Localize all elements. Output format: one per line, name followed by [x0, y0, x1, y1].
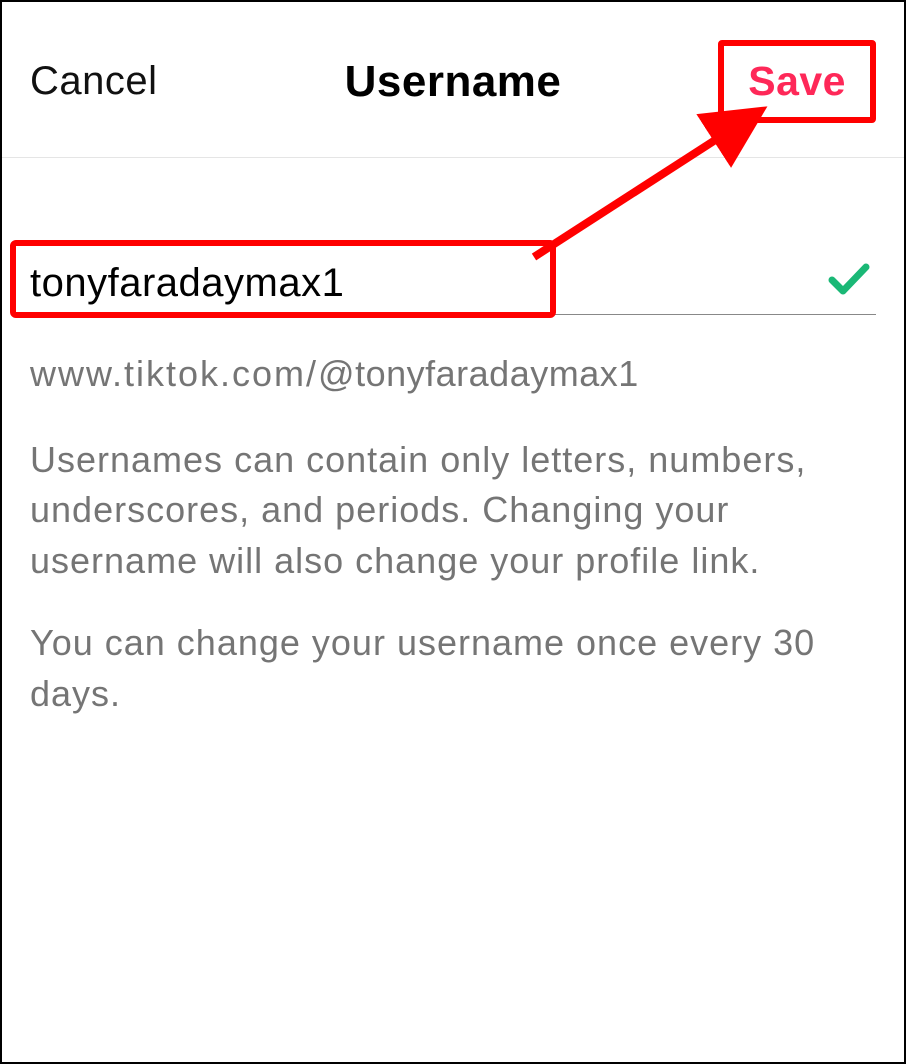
- username-input[interactable]: [30, 261, 828, 306]
- profile-url-text: www.tiktok.com/@tonyfaradaymax1: [30, 353, 876, 395]
- save-button[interactable]: Save: [738, 54, 856, 109]
- page-title: Username: [345, 57, 562, 107]
- cancel-button[interactable]: Cancel: [30, 59, 158, 104]
- username-input-row: [30, 258, 876, 315]
- help-text-frequency: You can change your username once every …: [30, 618, 876, 719]
- annotation-box-save: Save: [718, 40, 876, 123]
- checkmark-icon: [828, 258, 870, 308]
- header-bar: Cancel Username Save: [2, 2, 904, 158]
- content-area: www.tiktok.com/@tonyfaradaymax1 Username…: [2, 158, 904, 719]
- url-prefix: www.tiktok.com/: [30, 353, 318, 394]
- url-handle: @tonyfaradaymax1: [318, 353, 639, 394]
- help-text-rules: Usernames can contain only letters, numb…: [30, 435, 876, 586]
